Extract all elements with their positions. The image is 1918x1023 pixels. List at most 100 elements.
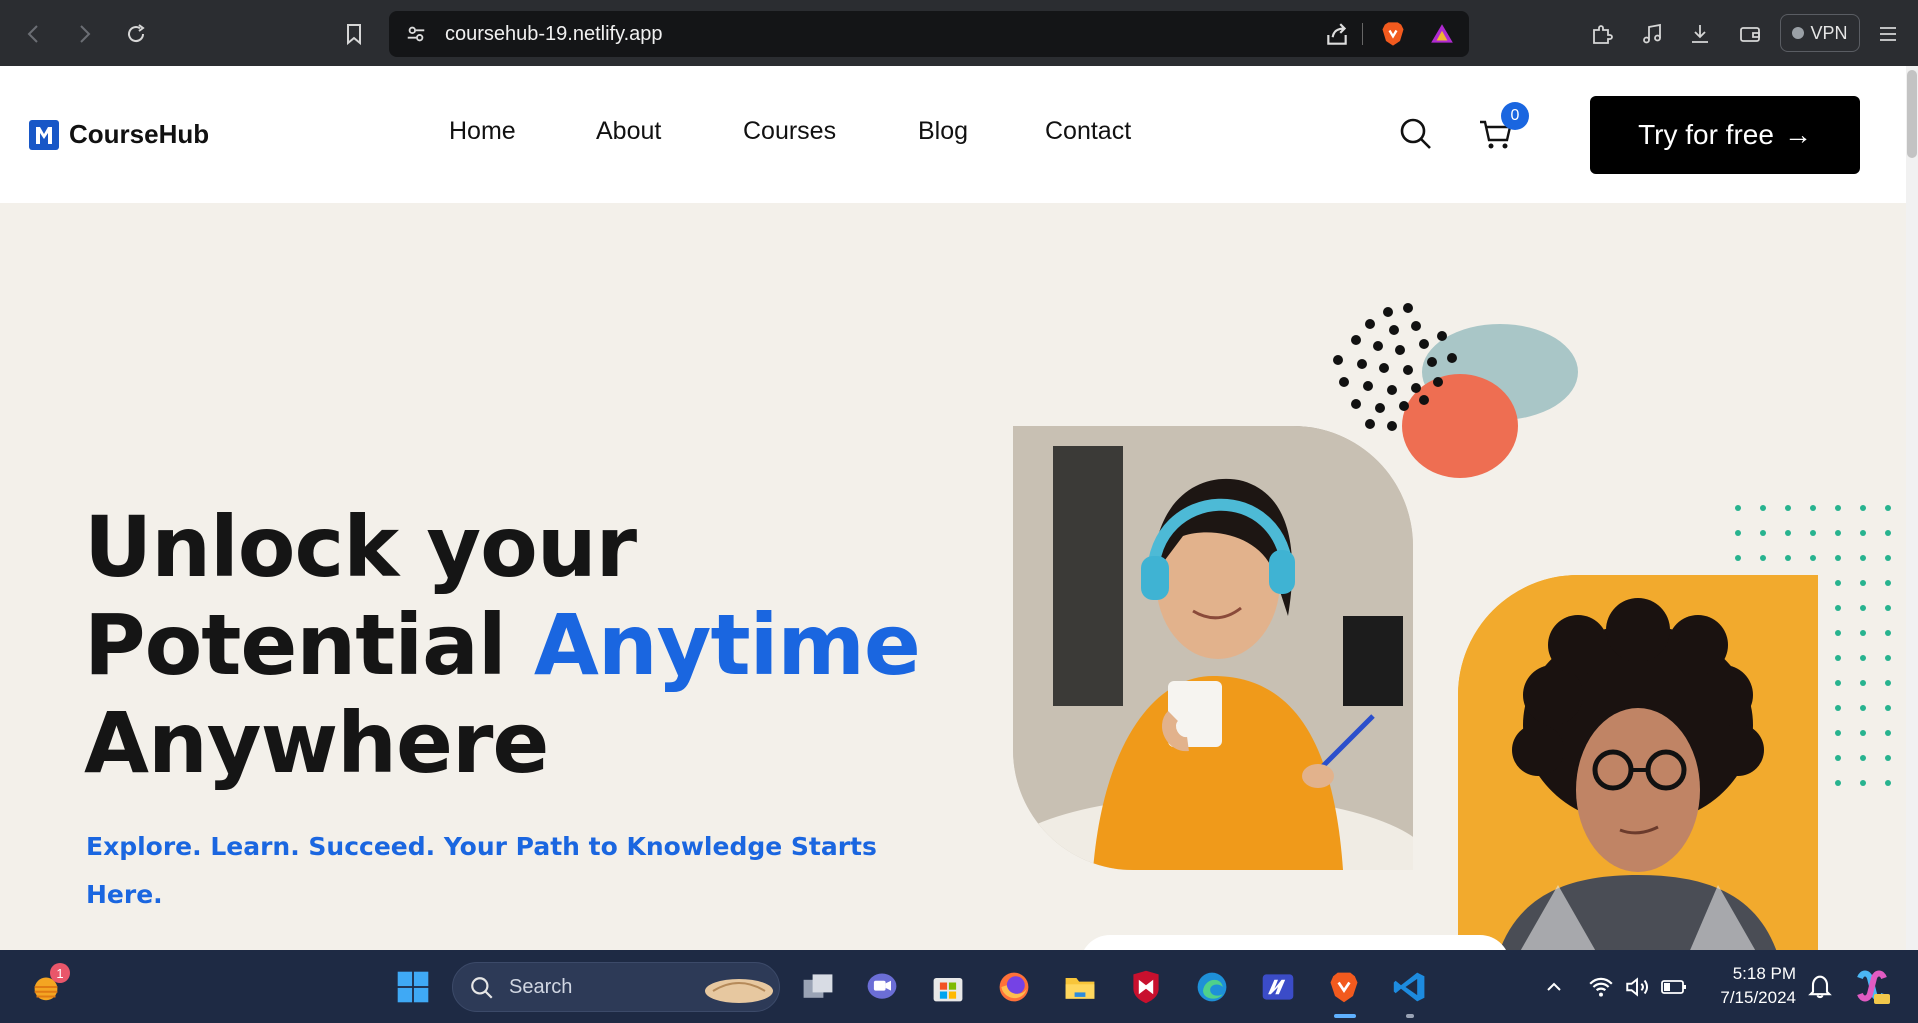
reload-button[interactable] [118,16,154,52]
address-bar[interactable]: coursehub-19.netlify.app [389,11,1469,57]
weather-notification-badge: 1 [50,963,70,983]
microsoft-store-button[interactable] [928,967,968,1007]
hero-title: Unlock your Potential Anytime Anywhere [84,498,921,792]
firefox-button[interactable] [994,967,1034,1007]
decorative-dot [1860,705,1866,711]
decorative-dot [1885,705,1891,711]
task-view-button[interactable] [798,967,838,1007]
chevron-up-icon[interactable] [1542,975,1566,999]
brave-icon [1330,972,1358,1003]
arrow-right-icon: → [1783,119,1812,150]
music-note-icon [1643,23,1661,44]
decorative-dot [1885,605,1891,611]
taskbar-search[interactable]: Search [452,962,780,1012]
decorative-dot [1885,730,1891,736]
m-app-icon [1262,974,1294,1000]
share-icon[interactable] [1324,22,1350,48]
decorative-dot [1860,655,1866,661]
volume-icon[interactable] [1624,974,1650,1000]
decorative-dot [1860,630,1866,636]
decorative-dot [1835,530,1841,536]
decorative-dot [1760,530,1766,536]
decorative-dot [1835,680,1841,686]
decorative-dot [1835,780,1841,786]
windows-taskbar: 1 Search 5:18 PM 7/15/2024 [0,950,1918,1023]
decorative-dot [1835,505,1841,511]
page-scrollbar-thumb[interactable] [1907,70,1917,158]
page-scrollbar[interactable] [1906,66,1918,950]
decorative-dot [1835,655,1841,661]
teams-chat-button[interactable] [862,967,902,1007]
hero-subtitle: Explore. Learn. Succeed. Your Path to Kn… [86,832,877,909]
downloads-button[interactable] [1682,16,1718,52]
hero-title-accent: Anytime [533,596,921,694]
decorative-dot [1835,630,1841,636]
decorative-dot [1760,505,1766,511]
vpn-button[interactable]: VPN [1780,14,1860,52]
teams-chat-icon [867,973,897,999]
brave-rewards-icon[interactable] [1429,21,1455,47]
taskbar-time[interactable]: 5:18 PM [1700,964,1796,984]
decorative-dot [1835,755,1841,761]
firefox-icon [999,972,1029,1002]
notifications-bell-icon[interactable] [1806,972,1834,1000]
taskbar-date[interactable]: 7/15/2024 [1700,988,1796,1008]
copilot-icon[interactable] [1852,968,1890,1006]
decorative-dot [1735,555,1741,561]
edge-button[interactable] [1192,967,1232,1007]
cart-count-badge: 0 [1501,102,1529,130]
vscode-button[interactable] [1390,967,1430,1007]
forward-button[interactable] [66,16,102,52]
wallet-icon [1740,27,1760,42]
search-highlight-icon [705,979,773,1003]
decorative-dot [1885,555,1891,561]
app-m-button[interactable] [1258,967,1298,1007]
curly-hair-student-illustration [1458,575,1818,955]
site-header: CourseHub Home About Courses Blog Contac… [0,66,1906,203]
decorative-dot [1885,505,1891,511]
wifi-icon[interactable] [1588,974,1614,1000]
site-logo[interactable]: CourseHub [29,119,209,150]
hero-title-line3: Anywhere [84,694,549,792]
try-for-free-button[interactable]: Try for free → [1590,96,1860,174]
start-button[interactable] [393,967,433,1007]
brave-shield-icon[interactable] [1379,20,1407,48]
folder-icon [1065,978,1095,999]
vpn-label: VPN [1810,22,1848,43]
logo-mark-icon [29,119,59,150]
browser-toolbar: coursehub-19.netlify.app VPN [0,0,1918,66]
wallet-button[interactable] [1732,16,1768,52]
nav-courses[interactable]: Courses [743,117,836,146]
hamburger-menu-icon [1880,27,1896,41]
decorative-dot [1735,530,1741,536]
decorative-dot [1860,755,1866,761]
url-text[interactable]: coursehub-19.netlify.app [445,23,663,46]
bookmark-icon [347,24,361,46]
edge-icon [1197,972,1227,1002]
mcafee-button[interactable] [1126,967,1166,1007]
microsoft-store-icon [933,978,963,1002]
nav-home[interactable]: Home [449,117,516,146]
search-icon[interactable] [1396,114,1436,154]
brave-taskbar-button[interactable] [1324,967,1364,1007]
brave-active-indicator [1334,1014,1356,1018]
media-button[interactable] [1634,16,1670,52]
nav-contact[interactable]: Contact [1045,117,1131,146]
back-button[interactable] [16,16,52,52]
decorative-dot [1760,555,1766,561]
menu-button[interactable] [1870,16,1906,52]
decorative-dot [1785,530,1791,536]
decorative-dot [1860,680,1866,686]
extensions-button[interactable] [1584,16,1620,52]
decorative-dot [1835,605,1841,611]
bookmark-button[interactable] [336,16,372,52]
battery-icon[interactable] [1660,974,1688,1000]
file-explorer-button[interactable] [1060,967,1100,1007]
site-settings-icon[interactable] [405,23,427,45]
nav-blog[interactable]: Blog [918,117,968,146]
vscode-running-indicator [1406,1014,1414,1018]
search-icon [471,977,493,999]
decorative-dot [1835,580,1841,586]
nav-about[interactable]: About [596,117,661,146]
windows-start-icon [397,971,429,1003]
